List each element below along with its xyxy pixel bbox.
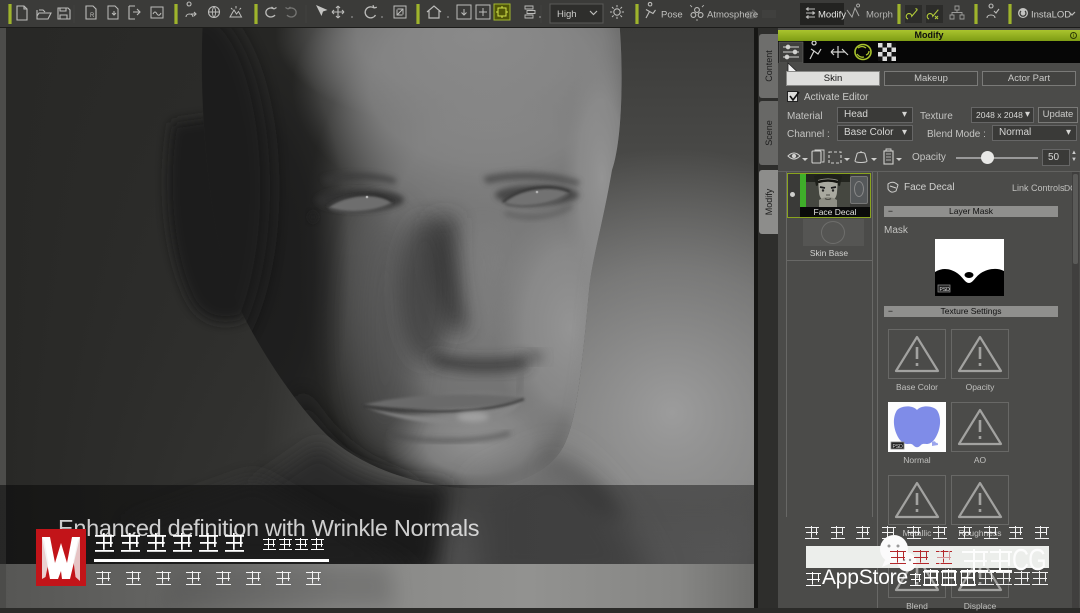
svg-text:PSD: PSD: [940, 287, 951, 293]
svg-text:High: High: [557, 9, 577, 20]
svg-text:InstaLOD: InstaLOD: [1031, 10, 1071, 21]
svg-text:PSD: PSD: [893, 444, 904, 450]
svg-text:R: R: [90, 13, 95, 19]
svg-text:Pose: Pose: [661, 10, 683, 21]
svg-text:Morph: Morph: [866, 10, 893, 21]
svg-text:Modify: Modify: [818, 10, 846, 21]
svg-text:Atmosphere: Atmosphere: [707, 10, 758, 21]
